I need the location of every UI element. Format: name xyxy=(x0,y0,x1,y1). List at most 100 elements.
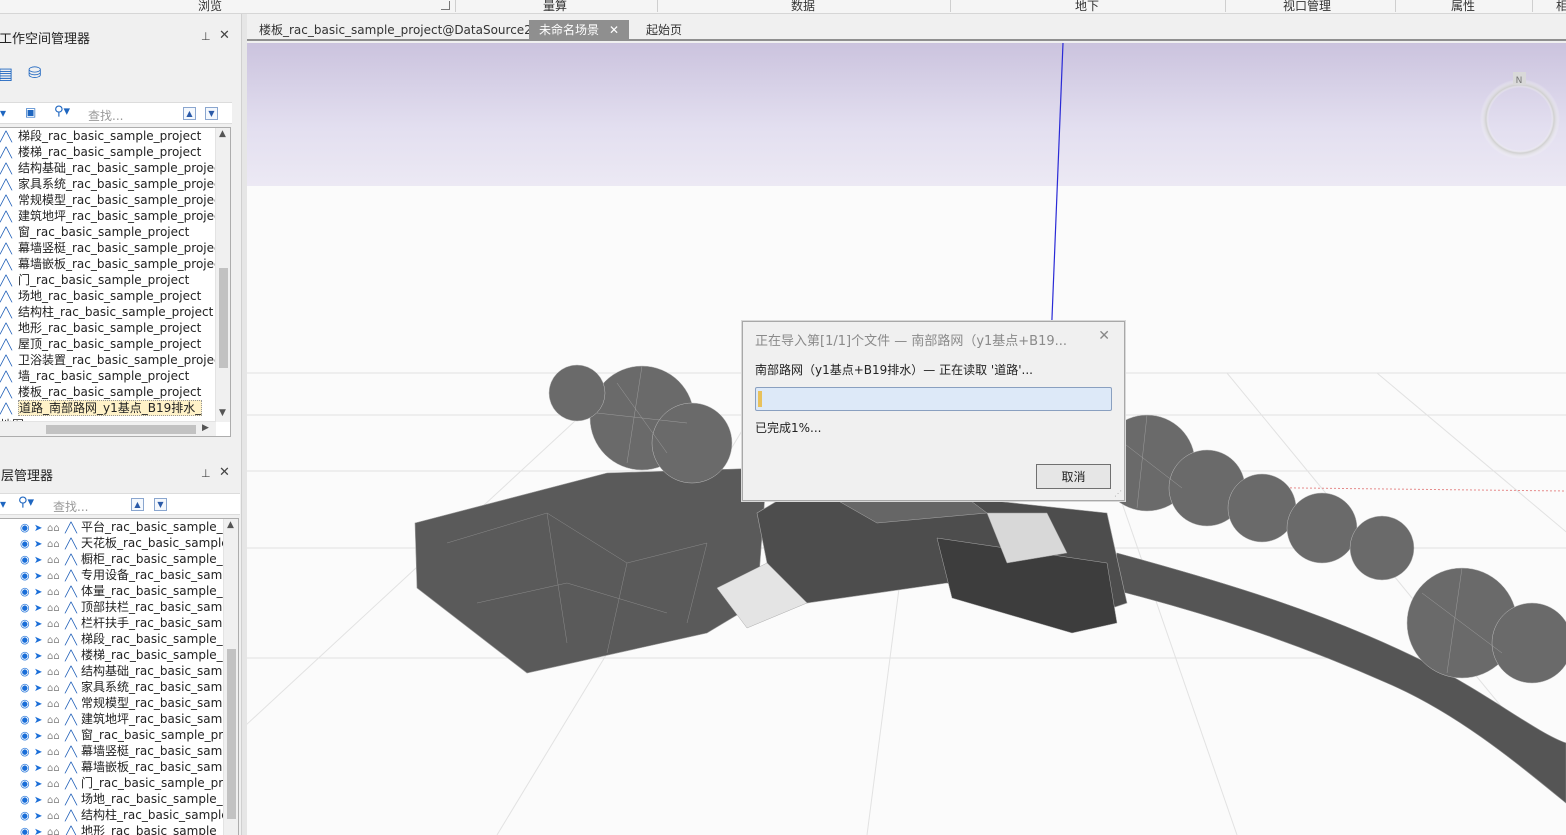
layer-item[interactable]: ◉ ➤ ⌂⌂ ╱╲ 常规模型_rac_basic_samp xyxy=(20,695,230,711)
visibility-eye-icon[interactable]: ◉ xyxy=(20,712,34,728)
visibility-eye-icon[interactable]: ◉ xyxy=(20,792,34,808)
tree-item[interactable]: ╱╲ 结构柱_rac_basic_sample_project xyxy=(0,304,213,320)
tree-item[interactable]: ╱╲ 场地_rac_basic_sample_project xyxy=(0,288,201,304)
database-icon[interactable]: ⛁ xyxy=(28,63,41,82)
ribbon-group-browse[interactable]: 浏览 xyxy=(198,0,222,14)
ribbon-group-measure[interactable]: 量算 xyxy=(543,0,567,14)
visibility-eye-icon[interactable]: ◉ xyxy=(20,568,34,584)
move-down-button[interactable]: ▼ xyxy=(154,498,167,511)
visibility-eye-icon[interactable]: ◉ xyxy=(20,552,34,568)
close-icon[interactable]: ✕ xyxy=(219,465,230,480)
layer-item[interactable]: ◉ ➤ ⌂⌂ ╱╲ 幕墙嵌板_rac_basic_samp xyxy=(20,759,230,775)
tree-item[interactable]: ╱╲ 幕墙嵌板_rac_basic_sample_project xyxy=(0,256,225,272)
visibility-eye-icon[interactable]: ◉ xyxy=(20,728,34,744)
tree-item[interactable]: ╱╲ 结构基础_rac_basic_sample_project xyxy=(0,160,225,176)
cancel-button[interactable]: 取消 xyxy=(1036,464,1111,489)
tree-item[interactable]: ╱╲ 幕墙竖梃_rac_basic_sample_project xyxy=(0,240,225,256)
ribbon-group-partial[interactable]: 相 xyxy=(1556,0,1566,14)
tab-untitled-scene[interactable]: 未命名场景 ✕ xyxy=(529,20,630,40)
ribbon-group-data[interactable]: 数据 xyxy=(791,0,815,14)
tree-item[interactable]: ╱╲ 门_rac_basic_sample_project xyxy=(0,272,189,288)
lock-icon[interactable]: ⌂⌂ xyxy=(47,825,65,835)
dropdown-arrow-icon[interactable]: ▾ xyxy=(0,106,6,120)
move-down-button[interactable]: ▼ xyxy=(205,107,218,120)
visibility-eye-icon[interactable]: ◉ xyxy=(20,632,34,648)
dropdown-arrow-icon[interactable]: ▾ xyxy=(0,497,6,511)
pin-icon[interactable]: ⊥ xyxy=(201,30,211,43)
ribbon-group-properties[interactable]: 属性 xyxy=(1451,0,1475,14)
compass-ring[interactable] xyxy=(1480,79,1560,159)
ribbon-group-underground[interactable]: 地下 xyxy=(1075,0,1099,14)
tree-item[interactable]: ╱╲ 楼梯_rac_basic_sample_project xyxy=(0,144,201,160)
tree-item[interactable]: ╱╲ 墙_rac_basic_sample_project xyxy=(0,368,189,384)
layer-item[interactable]: ◉ ➤ ⌂⌂ ╱╲ 地形_rac_basic_sample_p xyxy=(20,823,230,835)
visibility-eye-icon[interactable]: ◉ xyxy=(20,648,34,664)
dialog-close-icon[interactable]: ✕ xyxy=(1098,328,1110,344)
visibility-eye-icon[interactable]: ◉ xyxy=(20,744,34,760)
visibility-eye-icon[interactable]: ◉ xyxy=(20,520,34,536)
workspace-vscrollbar[interactable]: ▲ ▼ xyxy=(215,128,230,422)
close-tab-icon[interactable]: ✕ xyxy=(609,23,619,37)
tab-start-page[interactable]: 起始页 xyxy=(636,20,692,40)
layer-item[interactable]: ◉ ➤ ⌂⌂ ╱╲ 幕墙竖梃_rac_basic_samp xyxy=(20,743,230,759)
visibility-eye-icon[interactable]: ◉ xyxy=(20,616,34,632)
layer-tree[interactable]: ◉ ➤ ⌂⌂ ╱╲ 平台_rac_basic_sample_p ◉ ➤ ⌂⌂ ╱╲ 天花板_rac… xyxy=(0,518,239,835)
tree-item[interactable]: ╱╲ 卫浴装置_rac_basic_sample_project xyxy=(0,352,225,368)
visibility-eye-icon[interactable]: ◉ xyxy=(20,824,34,835)
visibility-eye-icon[interactable]: ◉ xyxy=(20,696,34,712)
tree-item[interactable]: ╱╲ 地形_rac_basic_sample_project xyxy=(0,320,201,336)
layer-item[interactable]: ◉ ➤ ⌂⌂ ╱╲ 天花板_rac_basic_sample_ xyxy=(20,535,235,551)
tab-floor-datasource[interactable]: 楼板_rac_basic_sample_project@DataSource21 xyxy=(249,20,549,40)
tree-item[interactable]: ╱╲ 常规模型_rac_basic_sample_project xyxy=(0,192,225,208)
layer-item[interactable]: ◉ ➤ ⌂⌂ ╱╲ 结构基础_rac_basic_samp xyxy=(20,663,230,679)
scroll-thumb[interactable] xyxy=(46,425,196,434)
scroll-thumb[interactable] xyxy=(219,268,228,368)
layer-vscrollbar[interactable]: ▲ xyxy=(223,519,238,835)
move-up-button[interactable]: ▲ xyxy=(131,498,144,511)
layer-item[interactable]: ◉ ➤ ⌂⌂ ╱╲ 平台_rac_basic_sample_p xyxy=(20,519,230,535)
layer-item[interactable]: ◉ ➤ ⌂⌂ ╱╲ 专用设备_rac_basic_samp xyxy=(20,567,230,583)
visibility-eye-icon[interactable]: ◉ xyxy=(20,600,34,616)
visibility-eye-icon[interactable]: ◉ xyxy=(20,664,34,680)
layer-item[interactable]: ◉ ➤ ⌂⌂ ╱╲ 顶部扶栏_rac_basic_samp xyxy=(20,599,230,615)
selectable-arrow-icon[interactable]: ➤ xyxy=(34,825,47,835)
resize-grip-icon[interactable]: ⋰ xyxy=(1114,489,1122,498)
visibility-eye-icon[interactable]: ◉ xyxy=(20,536,34,552)
layer-item[interactable]: ◉ ➤ ⌂⌂ ╱╲ 窗_rac_basic_sample_proj xyxy=(20,727,234,743)
layer-item[interactable]: ◉ ➤ ⌂⌂ ╱╲ 楼梯_rac_basic_sample_p xyxy=(20,647,230,663)
workspace-hscrollbar[interactable]: ▶ xyxy=(0,421,216,436)
tree-item[interactable]: ╱╲ 建筑地坪_rac_basic_sample_project xyxy=(0,208,225,224)
search-icon[interactable]: ⚲▾ xyxy=(18,495,34,510)
layer-item[interactable]: ◉ ➤ ⌂⌂ ╱╲ 建筑地坪_rac_basic_samp xyxy=(20,711,230,727)
visibility-eye-icon[interactable]: ◉ xyxy=(20,760,34,776)
search-icon[interactable]: ⚲▾ xyxy=(54,104,70,119)
layer-search-input[interactable]: 查找... xyxy=(53,498,88,515)
close-icon[interactable]: ✕ xyxy=(219,28,230,43)
pin-icon[interactable]: ⊥ xyxy=(201,467,211,480)
layer-item[interactable]: ◉ ➤ ⌂⌂ ╱╲ 体量_rac_basic_sample_p xyxy=(20,583,230,599)
tree-item[interactable]: ╱╲ 家具系统_rac_basic_sample_project xyxy=(0,176,225,192)
visibility-eye-icon[interactable]: ◉ xyxy=(20,776,34,792)
datasource-icon[interactable]: ▤ xyxy=(0,64,13,83)
dialog-launcher-icon[interactable] xyxy=(441,1,450,10)
ribbon-group-viewport[interactable]: 视口管理 xyxy=(1283,0,1331,14)
layer-item[interactable]: ◉ ➤ ⌂⌂ ╱╲ 橱柜_rac_basic_sample_p xyxy=(20,551,230,567)
tree-item[interactable]: ╱╲ 屋顶_rac_basic_sample_project xyxy=(0,336,201,352)
tree-item[interactable]: ╱╲ 道路_南部路网_y1基点_B19排水_ xyxy=(0,400,203,416)
visibility-eye-icon[interactable]: ◉ xyxy=(20,680,34,696)
visibility-eye-icon[interactable]: ◉ xyxy=(20,584,34,600)
tree-item[interactable]: ╱╲ 窗_rac_basic_sample_project xyxy=(0,224,189,240)
move-up-button[interactable]: ▲ xyxy=(183,107,196,120)
visibility-eye-icon[interactable]: ◉ xyxy=(20,808,34,824)
layer-item[interactable]: ◉ ➤ ⌂⌂ ╱╲ 梯段_rac_basic_sample_p xyxy=(20,631,230,647)
document-icon[interactable]: ▣ xyxy=(25,105,36,119)
tree-item[interactable]: ╱╲ 楼板_rac_basic_sample_project xyxy=(0,384,201,400)
layer-item[interactable]: ◉ ➤ ⌂⌂ ╱╲ 场地_rac_basic_sample_p xyxy=(20,791,230,807)
workspace-search-input[interactable]: 查找... xyxy=(88,107,123,124)
scroll-thumb[interactable] xyxy=(227,649,236,819)
layer-item[interactable]: ◉ ➤ ⌂⌂ ╱╲ 门_rac_basic_sample_proj xyxy=(20,775,234,791)
layer-item[interactable]: ◉ ➤ ⌂⌂ ╱╲ 结构柱_rac_basic_sample xyxy=(20,807,229,823)
workspace-tree[interactable]: ╱╲ 梯段_rac_basic_sample_project ╱╲ 楼梯_rac_ba… xyxy=(0,127,231,437)
tree-item[interactable]: ╱╲ 梯段_rac_basic_sample_project xyxy=(0,128,201,144)
layer-item[interactable]: ◉ ➤ ⌂⌂ ╱╲ 家具系统_rac_basic_samp xyxy=(20,679,230,695)
